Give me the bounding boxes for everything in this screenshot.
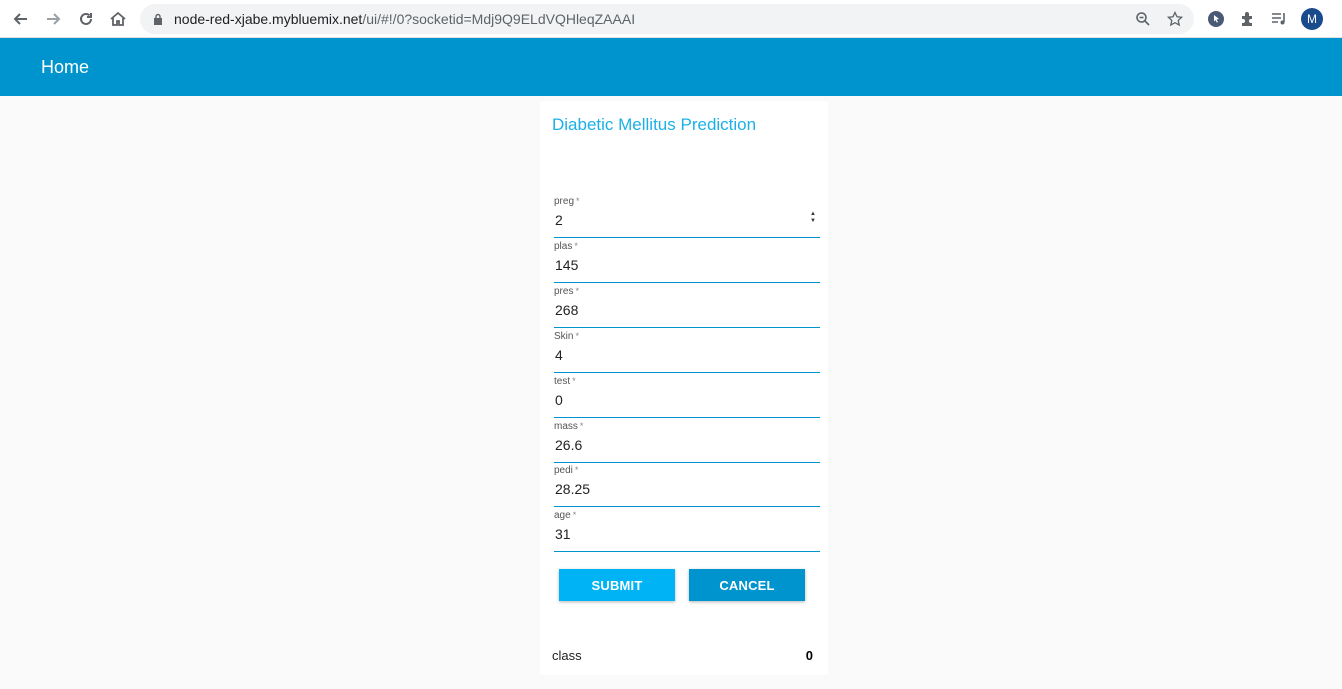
required-mark: * (579, 421, 584, 431)
lock-icon (154, 13, 162, 25)
media-playlist-icon[interactable] (1270, 10, 1288, 28)
required-mark: * (576, 196, 580, 206)
pres-field: pres * (554, 286, 820, 328)
required-mark: * (572, 376, 576, 386)
zoom-icon[interactable] (1135, 11, 1151, 27)
url-text: node-red-xjabe.mybluemix.net/ui/#!/0?soc… (174, 11, 635, 27)
age-field: age * (554, 510, 820, 552)
forward-icon[interactable] (43, 9, 63, 29)
star-icon[interactable] (1167, 11, 1183, 27)
required-mark: * (572, 510, 577, 520)
required-mark: * (574, 241, 578, 251)
number-spinner-icon[interactable]: ▲ ▼ (808, 210, 818, 226)
test-field: test * (554, 376, 820, 418)
pres-label: pres * (554, 286, 579, 297)
url-host: node-red-xjabe.mybluemix.net (174, 11, 363, 27)
result-label: class (552, 648, 582, 663)
test-input[interactable] (555, 392, 795, 408)
field-label-text: test (554, 376, 571, 387)
preg-field: preg* ▲▼ (554, 196, 820, 238)
back-icon[interactable] (11, 9, 31, 29)
field-label-text: plas (554, 241, 573, 252)
plas-input[interactable] (555, 257, 795, 273)
prediction-form-card: Diabetic Mellitus Prediction preg* ▲▼ pl… (540, 101, 828, 675)
field-label-text: preg (554, 196, 575, 207)
page-title: Home (41, 57, 90, 77)
required-mark: * (575, 331, 579, 341)
extension-cursor-icon[interactable] (1207, 10, 1225, 28)
skin-label: Skin * (554, 331, 579, 342)
required-mark: * (574, 465, 579, 475)
result-value: 0 (805, 648, 813, 663)
extensions-puzzle-icon[interactable] (1239, 10, 1257, 28)
field-label-text: pedi (554, 465, 573, 476)
test-label: test * (554, 376, 576, 387)
pres-input[interactable] (555, 302, 795, 318)
plas-field: plas * (554, 241, 820, 283)
home-icon[interactable] (108, 9, 128, 29)
address-bar[interactable]: node-red-xjabe.mybluemix.net/ui/#!/0?soc… (140, 4, 1194, 34)
mass-field: mass * (554, 421, 820, 463)
url-path: /ui/#!/0?socketid=Mdj9Q9ELdVQHleqZAAAI (362, 11, 636, 27)
skin-input[interactable] (555, 347, 795, 363)
pedi-label: pedi * (554, 465, 578, 476)
profile-avatar[interactable]: M (1301, 8, 1323, 30)
app-toolbar: Home (0, 38, 1342, 96)
mass-label: mass * (554, 421, 583, 432)
field-label-text: mass (554, 421, 578, 432)
mass-input[interactable] (555, 437, 795, 453)
preg-input[interactable] (555, 212, 795, 228)
age-label: age * (554, 510, 576, 521)
required-mark: * (575, 286, 579, 296)
form-title: Diabetic Mellitus Prediction (552, 115, 757, 134)
pedi-field: pedi * (554, 465, 820, 507)
field-label-text: age (554, 510, 571, 521)
preg-label: preg * (554, 196, 580, 207)
reload-icon[interactable] (76, 9, 96, 29)
pedi-input[interactable] (555, 481, 795, 497)
cancel-button[interactable]: CANCEL (689, 569, 805, 601)
plas-label: plas * (554, 241, 578, 252)
field-label-text: Skin (554, 331, 574, 342)
age-input[interactable] (555, 526, 795, 542)
submit-button[interactable]: SUBMIT (559, 569, 675, 601)
field-label-text: pres (554, 286, 574, 297)
browser-toolbar: node-red-xjabe.mybluemix.net/ui/#!/0?soc… (0, 0, 1342, 38)
skin-field: Skin * (554, 331, 820, 373)
